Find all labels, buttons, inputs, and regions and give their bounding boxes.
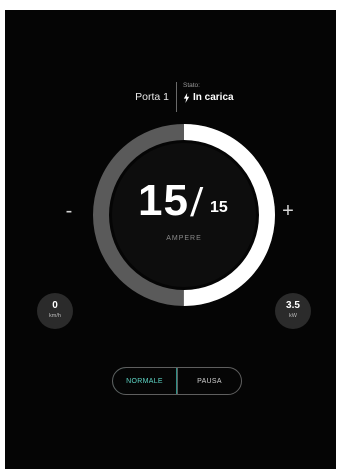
- mode-toggle: NORMALE PAUSA: [112, 367, 242, 395]
- mode-pausa-button[interactable]: PAUSA: [177, 368, 241, 394]
- decrease-current-button[interactable]: -: [57, 196, 81, 226]
- app-frame: Porta 1 Stato: In carica - + 15 / 15 AMP…: [0, 0, 343, 471]
- speed-badge: 0 km/h: [37, 293, 73, 329]
- ampere-unit-label: AMPERE: [166, 235, 202, 242]
- status-caption: Stato:: [183, 82, 200, 89]
- increase-current-button[interactable]: +: [276, 196, 300, 226]
- port-label: Porta 1: [135, 91, 169, 103]
- max-ampere-value: 15: [210, 199, 228, 216]
- power-value: 3.5: [286, 300, 300, 311]
- speed-value: 0: [52, 300, 58, 311]
- power-badge: 3.5 kW: [275, 293, 311, 329]
- status-row: In carica: [183, 92, 234, 103]
- lightning-bolt-icon: [183, 92, 190, 103]
- power-unit: kW: [289, 313, 297, 319]
- gauge-readout: 15 / 15 AMPERE: [89, 120, 279, 310]
- charging-screen: Porta 1 Stato: In carica - + 15 / 15 AMP…: [5, 10, 336, 469]
- status-block: Stato: In carica: [183, 82, 234, 103]
- status-value: In carica: [193, 92, 234, 103]
- speed-unit: km/h: [49, 313, 61, 319]
- header-divider: [176, 82, 177, 112]
- value-separator: /: [189, 181, 204, 225]
- mode-normale-button[interactable]: NORMALE: [113, 368, 177, 394]
- charging-header: Porta 1 Stato: In carica: [5, 80, 336, 114]
- current-gauge: 15 / 15 AMPERE: [89, 120, 279, 310]
- current-ampere-value: 15: [138, 176, 189, 225]
